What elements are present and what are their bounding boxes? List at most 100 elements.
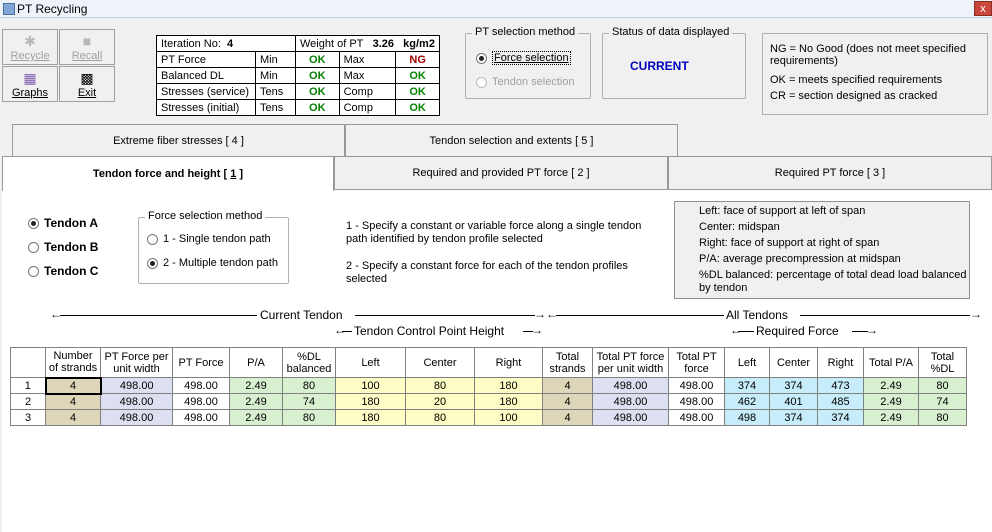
tendon-b-radio[interactable]: Tendon B: [28, 240, 98, 254]
col-header: Total P/A: [863, 347, 919, 378]
strands-cell[interactable]: 4: [44, 376, 102, 395]
col-header: Left: [724, 347, 770, 378]
single-tendon-radio[interactable]: 1 - Single tendon path: [147, 233, 271, 245]
total-dl-cell: 74: [918, 393, 967, 410]
status-row: Stresses (service) Tens OK Comp OK: [156, 83, 440, 100]
col-header: Right: [474, 347, 543, 378]
tendon-c-radio[interactable]: Tendon C: [28, 264, 98, 278]
height-left-cell[interactable]: 180: [335, 409, 406, 426]
pt-force-unit-cell[interactable]: 498.00: [100, 393, 173, 410]
all-tendons-header: ← All Tendons →: [546, 307, 982, 322]
table-row: 2 4 498.00 498.00 2.49 74 180 20 180 4 4…: [10, 393, 967, 410]
pt-force-cell: 498.00: [172, 393, 230, 410]
col-header: P/A: [229, 347, 283, 378]
tab-tendon-force-height[interactable]: Tendon force and height [ 1 ]: [2, 156, 334, 191]
col-header: PT Force: [172, 347, 230, 378]
total-strands-cell: 4: [542, 393, 593, 410]
window-title: PT Recycling: [17, 2, 88, 16]
recycle-button[interactable]: ✱ Recycle: [2, 29, 58, 65]
total-dl-cell: 80: [918, 409, 967, 426]
req-right-cell: 374: [817, 409, 864, 426]
legend-ok: OK = meets specified requirements: [770, 74, 943, 86]
multiple-tendon-radio[interactable]: 2 - Multiple tendon path: [147, 257, 278, 269]
info-box: Left: face of support at left of span Ce…: [674, 201, 970, 299]
info-pa: P/A: average precompression at midspan: [699, 253, 901, 265]
pt-force-unit-cell[interactable]: 498.00: [100, 377, 173, 394]
graph-icon: ▦: [23, 70, 37, 86]
status-row: Balanced DL Min OK Max OK: [156, 67, 440, 84]
total-pt-unit-cell: 498.00: [592, 377, 669, 394]
total-pt-force-cell: 498.00: [668, 409, 725, 426]
req-right-cell: 485: [817, 393, 864, 410]
total-pa-cell: 2.49: [863, 409, 919, 426]
checkered-flag-icon: ▩: [80, 70, 94, 86]
pt-force-cell: 498.00: [172, 409, 230, 426]
left-arrow-icon: ←: [730, 323, 742, 337]
tab-tendon-selection[interactable]: Tendon selection and extents [ 5 ]: [345, 124, 678, 156]
left-arrow-icon: ←: [334, 323, 346, 337]
height-center-cell[interactable]: 80: [405, 409, 475, 426]
status-data-title: Status of data displayed: [609, 26, 733, 38]
legend-ng: NG = No Good (does not meet specified re…: [770, 43, 966, 67]
tendon-selection-radio[interactable]: Tendon selection: [476, 76, 575, 88]
height-left-cell[interactable]: 100: [335, 377, 406, 394]
req-center-cell: 374: [769, 377, 818, 394]
total-pt-force-cell: 498.00: [668, 377, 725, 394]
recall-icon: ■: [82, 33, 92, 49]
radio-icon: [476, 76, 487, 88]
height-right-cell[interactable]: 100: [474, 409, 543, 426]
radio-icon: [476, 52, 487, 64]
recall-button[interactable]: ■ Recall: [59, 29, 115, 65]
weight-label: Weight of PT: [300, 37, 364, 50]
force-selection-radio[interactable]: Force selection: [476, 51, 571, 65]
total-pt-force-cell: 498.00: [668, 393, 725, 410]
total-pt-unit-cell: 498.00: [592, 393, 669, 410]
exit-button[interactable]: ▩ Exit: [59, 66, 115, 102]
close-button[interactable]: x: [974, 1, 992, 16]
left-arrow-icon: ←: [50, 307, 62, 321]
dl-balanced-cell: 80: [282, 409, 336, 426]
col-header: Right: [817, 347, 864, 378]
tab-required-provided-pt-force[interactable]: Required and provided PT force [ 2 ]: [334, 156, 668, 189]
info-right: Right: face of support at right of span: [699, 237, 880, 249]
dl-balanced-cell: 80: [282, 377, 336, 394]
tendon-data-grid: Number of strands PT Force per unit widt…: [10, 347, 967, 426]
tab-extreme-fiber-stresses[interactable]: Extreme fiber stresses [ 4 ]: [12, 124, 345, 156]
recycle-icon: ✱: [24, 33, 36, 49]
grid-header-row: Number of strands PT Force per unit widt…: [10, 347, 967, 378]
current-tendon-header: ← Current Tendon →: [50, 307, 546, 322]
height-left-cell[interactable]: 180: [335, 393, 406, 410]
col-header: Left: [335, 347, 406, 378]
radio-icon: [147, 257, 158, 269]
req-left-cell: 374: [724, 377, 770, 394]
right-arrow-icon: →: [534, 307, 546, 321]
iteration-value: 4: [227, 37, 234, 50]
height-right-cell[interactable]: 180: [474, 377, 543, 394]
col-header: Center: [769, 347, 818, 378]
info-dl: %DL balanced: percentage of total dead l…: [699, 269, 967, 294]
height-right-cell[interactable]: 180: [474, 393, 543, 410]
status-row: Stresses (initial) Tens OK Comp OK: [156, 99, 440, 116]
info-left: Left: face of support at left of span: [699, 205, 866, 217]
height-center-cell[interactable]: 80: [405, 377, 475, 394]
radio-icon: [28, 266, 39, 278]
req-right-cell: 473: [817, 377, 864, 394]
row-number: 1: [10, 377, 46, 394]
req-left-cell: 462: [724, 393, 770, 410]
iteration-label: Iteration No:: [161, 37, 221, 50]
status-data-group: Status of data displayed CURRENT: [602, 26, 746, 99]
col-header: PT Force per unit width: [100, 347, 173, 378]
strands-cell[interactable]: 4: [45, 409, 101, 426]
status-value: CURRENT: [630, 59, 689, 73]
req-center-cell: 374: [769, 409, 818, 426]
tendon-a-radio[interactable]: Tendon A: [28, 216, 98, 230]
strands-cell[interactable]: 4: [45, 393, 101, 410]
tab-required-pt-force[interactable]: Required PT force [ 3 ]: [668, 156, 992, 189]
height-center-cell[interactable]: 20: [405, 393, 475, 410]
graphs-button[interactable]: ▦ Graphs: [2, 66, 58, 102]
info-center: Center: midspan: [699, 221, 780, 233]
total-pa-cell: 2.49: [863, 393, 919, 410]
radio-icon: [147, 233, 158, 245]
req-left-cell: 498: [724, 409, 770, 426]
pt-force-unit-cell[interactable]: 498.00: [100, 409, 173, 426]
